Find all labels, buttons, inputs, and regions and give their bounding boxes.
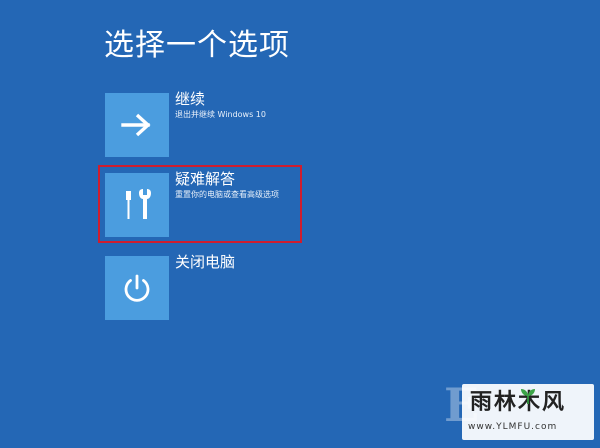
page-title: 选择一个选项 (104, 28, 290, 63)
continue-tile[interactable] (105, 93, 169, 157)
arrow-right-icon (121, 113, 151, 137)
troubleshoot-tile[interactable] (105, 173, 169, 237)
troubleshoot-option[interactable]: 疑难解答 重置你的电脑或查看高级选项 (105, 170, 345, 239)
tools-icon (126, 189, 151, 219)
turn-off-tile[interactable] (105, 256, 169, 320)
turn-off-title: 关闭电脑 (175, 253, 236, 271)
continue-option[interactable]: 继续 退出并继续 Windows 10 (105, 90, 345, 159)
power-icon (124, 274, 150, 302)
watermark-logo: 雨林木风 www.YLMFU.com (462, 384, 594, 440)
troubleshoot-title: 疑难解答 (175, 170, 236, 188)
continue-title: 继续 (175, 90, 206, 108)
continue-subtitle: 退出并继续 Windows 10 (175, 110, 266, 119)
sprout-icon (521, 389, 535, 404)
troubleshoot-subtitle: 重置你的电脑或查看高级选项 (175, 190, 279, 199)
turn-off-option[interactable]: 关闭电脑 (105, 253, 345, 322)
watermark-url: www.YLMFU.com (468, 422, 558, 432)
